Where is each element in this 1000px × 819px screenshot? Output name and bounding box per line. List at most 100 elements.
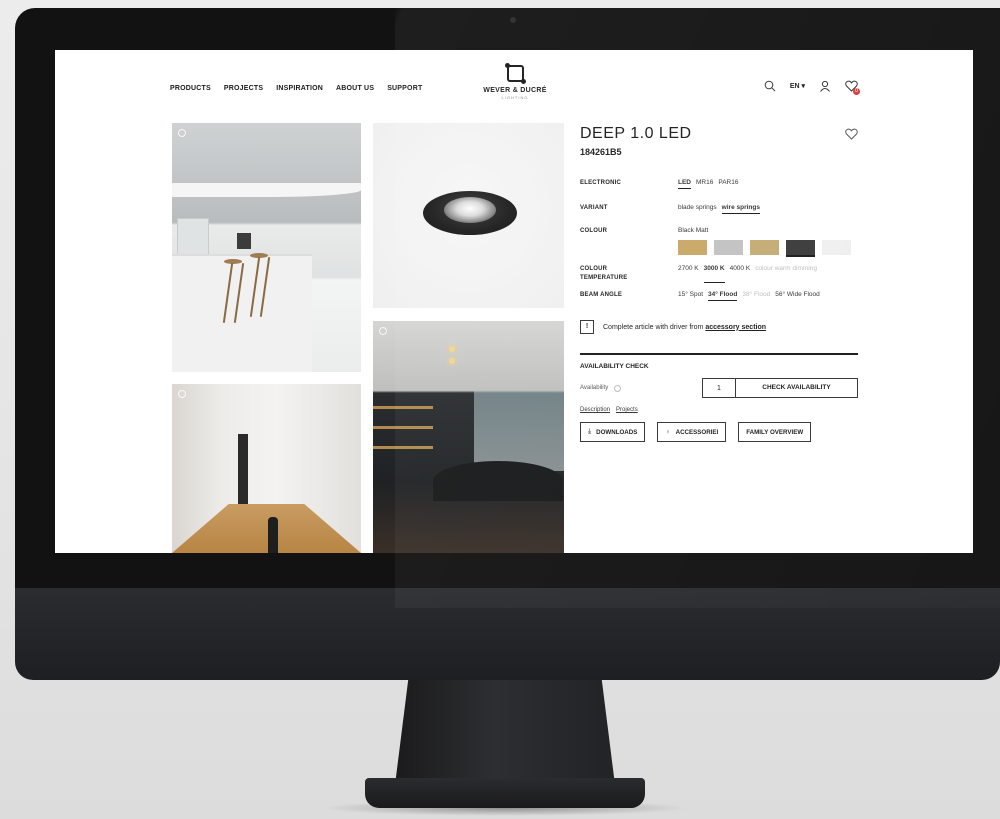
option-label-line1: COLOUR [580,266,608,272]
brand-logo[interactable]: WEVER & DUCRÉ LIGHTING [480,63,550,100]
nav-projects[interactable]: PROJECTS [224,85,263,92]
detail-tabs: Description Projects [580,407,638,413]
bar-counter-shape [433,461,563,501]
ceiling-shape [172,183,361,197]
image-marker-icon [178,129,186,137]
option-colour-temperature: COLOUR TEMPERATURE 2700 K 3000 K 4000 K … [580,265,858,283]
image-marker-icon [379,327,387,335]
notice-text: Complete article with driver from [603,323,704,331]
nav-support[interactable]: SUPPORT [387,85,422,92]
option-label: ELECTRONIC [580,180,621,186]
oven-shape [237,233,251,249]
colour-swatch[interactable] [786,240,815,255]
hallway-door-shape [238,434,248,504]
option-label: BEAM ANGLE [580,292,623,298]
product-code: 184261B5 [580,147,622,157]
bulb-icon: ♀ [665,428,671,436]
option-38-flood[interactable]: 38° Flood [742,291,770,301]
monitor-chin [15,588,1000,680]
nav-products[interactable]: PRODUCTS [170,85,211,92]
pendant-light [449,358,455,364]
tab-projects[interactable]: Projects [616,407,638,413]
option-colour-warm-dimming[interactable]: colour warm dimming [755,265,817,283]
option-4000k[interactable]: 4000 K [730,265,751,283]
section-divider [580,353,858,355]
availability-row: Availability 1 CHECK AVAILABILITY [580,378,858,398]
availability-label-group: Availability [580,384,702,392]
shelf-shape [373,406,433,409]
logo-tagline: LIGHTING [501,95,529,100]
screen: PRODUCTS PROJECTS INSPIRATION ABOUT US S… [55,50,973,553]
language-selector[interactable]: EN ▾ [790,82,805,90]
colour-swatch[interactable] [822,240,851,255]
wishlist-icon[interactable]: 0 [845,80,860,95]
info-icon[interactable] [614,384,622,392]
option-wire-springs[interactable]: wire springs [721,204,760,214]
colour-swatch[interactable] [678,240,707,255]
pendant-light [449,346,455,352]
availability-title: AVAILABILITY CHECK [580,363,649,370]
product-panel: DEEP 1.0 LED 184261B5 ELECTRONIC LED MR1… [580,125,858,442]
option-variant: VARIANT blade springs wire springs [580,204,858,214]
driver-notice: ! Complete article with driver from acce… [580,320,766,334]
user-icon[interactable] [819,80,831,92]
option-3000k[interactable]: 3000 K [703,265,725,283]
search-icon[interactable] [764,80,776,92]
product-title: DEEP 1.0 LED [580,125,692,142]
window-wall-shape [474,391,564,471]
photo-restaurant-bar[interactable] [373,321,564,553]
photo-hallway[interactable] [172,384,361,553]
option-label: VARIANT [580,205,608,211]
logo-name: WEVER & DUCRÉ [483,87,547,94]
option-par16[interactable]: PAR16 [718,179,738,189]
photo-kitchen-interior[interactable] [172,123,361,372]
shelf-shape [373,446,433,449]
selected-colour-name: Black Matt [678,227,709,234]
availability-label: Availability [580,385,609,391]
notice-exclamation-icon: ! [580,320,594,334]
photo-product-downlight[interactable] [373,123,564,308]
family-overview-label: FAMILY OVERVIEW [746,428,804,436]
option-led[interactable]: LED [678,179,691,189]
option-15-spot[interactable]: 15° Spot [678,291,703,301]
option-electronic: ELECTRONIC LED MR16 PAR16 [580,179,858,189]
favorite-heart-icon[interactable] [845,127,858,145]
nav-about-us[interactable]: ABOUT US [336,85,374,92]
downloads-label: DOWNLOADS [596,428,638,436]
camera-dot [510,17,516,23]
tab-description[interactable]: Description [580,407,610,413]
option-blade-springs[interactable]: blade springs [678,204,717,214]
option-label-line2: TEMPERATURE [580,275,628,281]
main-nav: PRODUCTS PROJECTS INSPIRATION ABOUT US S… [170,85,435,92]
option-mr16[interactable]: MR16 [696,179,713,189]
option-colour: COLOUR Black Matt [580,227,858,255]
family-overview-button[interactable]: FAMILY OVERVIEW [738,422,812,442]
downloads-button[interactable]: ⤓ DOWNLOADS [580,422,646,442]
option-2700k[interactable]: 2700 K [678,265,699,283]
accessories-button[interactable]: ♀ ACCESSORIEI [657,422,727,442]
quantity-input[interactable]: 1 [702,378,735,398]
person-silhouette [268,517,278,553]
monitor-stand-base [365,778,645,808]
shelf-shape [373,426,433,429]
nav-inspiration[interactable]: INSPIRATION [276,85,323,92]
monitor-stand-neck [395,680,615,785]
option-56-wide-flood[interactable]: 56° Wide Flood [775,291,820,301]
accessory-section-link[interactable]: accessory section [705,324,766,331]
wishlist-count-badge: 0 [853,88,860,95]
option-label: COLOUR TEMPERATURE [580,265,678,283]
window-shape [177,218,209,255]
action-buttons: ⤓ DOWNLOADS ♀ ACCESSORIEI FAMILY OVERVIE… [580,422,812,442]
colour-swatch[interactable] [750,240,779,255]
option-34-flood[interactable]: 34° Flood [708,291,738,301]
image-marker-icon [178,390,186,398]
accessories-label: ACCESSORIEI [675,428,719,436]
download-icon: ⤓ [588,428,592,435]
option-beam-angle: BEAM ANGLE 15° Spot 34° Flood 38° Flood … [580,291,858,301]
option-label: COLOUR [580,228,608,234]
colour-swatch[interactable] [714,240,743,255]
colour-swatches [678,240,851,255]
logo-mark-icon [504,63,526,84]
downlight-lens-shape [444,197,496,223]
check-availability-button[interactable]: CHECK AVAILABILITY [735,378,858,398]
